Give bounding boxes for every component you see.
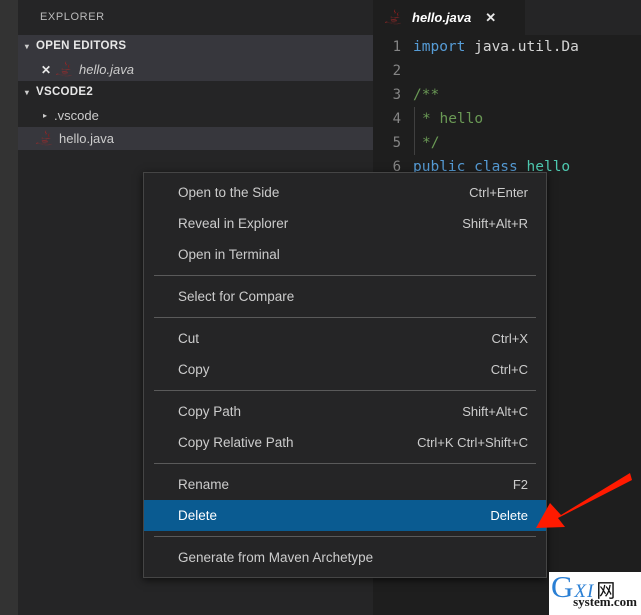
menu-item-copy-path[interactable]: Copy Path Shift+Alt+C bbox=[144, 396, 546, 427]
menu-item-label: Cut bbox=[178, 331, 200, 346]
watermark: G XI 网 system.com bbox=[549, 572, 641, 615]
page-title: EXPLORER bbox=[18, 0, 373, 35]
list-item-label: hello.java bbox=[79, 62, 134, 77]
menu-item-open-to-the-side[interactable]: Open to the Side Ctrl+Enter bbox=[144, 177, 546, 208]
menu-item-reveal-in-explorer[interactable]: Reveal in Explorer Shift+Alt+R bbox=[144, 208, 546, 239]
file-context-menu[interactable]: Open to the Side Ctrl+Enter Reveal in Ex… bbox=[143, 172, 547, 578]
tree-item-label: hello.java bbox=[59, 131, 114, 146]
menu-item-delete[interactable]: Delete Delete bbox=[144, 500, 546, 531]
close-icon[interactable]: ✕ bbox=[485, 10, 496, 26]
menu-item-copy[interactable]: Copy Ctrl+C bbox=[144, 354, 546, 385]
menu-item-shortcut: Ctrl+C bbox=[490, 362, 528, 377]
tab-bar: hello.java ✕ bbox=[373, 0, 641, 35]
menu-item-label: Copy Relative Path bbox=[178, 435, 294, 450]
open-editors-label: OPEN EDITORS bbox=[36, 40, 127, 52]
tab-hello-java[interactable]: hello.java ✕ bbox=[373, 0, 525, 35]
menu-item-label: Select for Compare bbox=[178, 289, 295, 304]
menu-item-shortcut: F2 bbox=[512, 477, 528, 492]
code-line: 3 /** bbox=[373, 83, 641, 107]
tab-label: hello.java bbox=[412, 10, 472, 25]
menu-item-label: Rename bbox=[178, 477, 230, 492]
line-number: 3 bbox=[392, 87, 401, 103]
menu-separator bbox=[154, 536, 536, 537]
workspace-header[interactable]: ▾ VSCODE2 bbox=[18, 81, 373, 104]
chevron-right-icon[interactable]: ▸ bbox=[36, 104, 54, 127]
menu-separator bbox=[154, 463, 536, 464]
tree-item-label: .vscode bbox=[54, 108, 99, 123]
menu-item-open-in-terminal[interactable]: Open in Terminal bbox=[144, 239, 546, 270]
menu-item-label: Open in Terminal bbox=[178, 247, 280, 262]
vscode-window: EXPLORER ▾ OPEN EDITORS ✕ hello.java ▾ V… bbox=[0, 0, 641, 615]
menu-item-label: Open to the Side bbox=[178, 185, 280, 200]
workspace-section: ▾ VSCODE2 ▸ .vscode hello.java bbox=[18, 81, 373, 150]
line-number: 1 bbox=[392, 39, 401, 55]
java-file-icon bbox=[56, 60, 74, 79]
menu-item-shortcut: Delete bbox=[490, 508, 528, 523]
java-file-icon bbox=[385, 8, 403, 27]
open-editors-header[interactable]: ▾ OPEN EDITORS bbox=[18, 35, 373, 58]
menu-separator bbox=[154, 317, 536, 318]
java-file-icon bbox=[36, 129, 54, 148]
list-item[interactable]: ✕ hello.java bbox=[18, 58, 373, 81]
menu-item-shortcut: Ctrl+Enter bbox=[469, 185, 528, 200]
menu-item-label: Generate from Maven Archetype bbox=[178, 550, 374, 565]
menu-item-shortcut: Ctrl+X bbox=[491, 331, 528, 346]
tree-item-vscode-folder[interactable]: ▸ .vscode bbox=[18, 104, 373, 127]
menu-item-label: Copy Path bbox=[178, 404, 242, 419]
menu-item-cut[interactable]: Cut Ctrl+X bbox=[144, 323, 546, 354]
code-line: 4 * hello bbox=[373, 107, 641, 131]
code-line: 5 */ bbox=[373, 131, 641, 155]
line-number: 4 bbox=[392, 111, 401, 127]
code-text: import java.util.Da bbox=[413, 39, 579, 55]
menu-item-select-for-compare[interactable]: Select for Compare bbox=[144, 281, 546, 312]
menu-item-label: Copy bbox=[178, 362, 210, 377]
menu-item-copy-relative-path[interactable]: Copy Relative Path Ctrl+K Ctrl+Shift+C bbox=[144, 427, 546, 458]
menu-item-label: Reveal in Explorer bbox=[178, 216, 289, 231]
code-text: * hello bbox=[414, 107, 483, 131]
close-icon[interactable]: ✕ bbox=[36, 63, 56, 77]
menu-item-shortcut: Ctrl+K Ctrl+Shift+C bbox=[417, 435, 528, 450]
code-text: */ bbox=[414, 131, 439, 155]
tree-item-hello-java[interactable]: hello.java bbox=[18, 127, 373, 150]
chevron-down-icon[interactable]: ▾ bbox=[18, 81, 36, 104]
menu-item-shortcut: Shift+Alt+C bbox=[462, 404, 528, 419]
menu-item-rename[interactable]: Rename F2 bbox=[144, 469, 546, 500]
workspace-label: VSCODE2 bbox=[36, 86, 94, 98]
menu-separator bbox=[154, 275, 536, 276]
menu-item-shortcut: Shift+Alt+R bbox=[462, 216, 528, 231]
code-line: 2 bbox=[373, 59, 641, 83]
menu-item-label: Delete bbox=[178, 508, 218, 523]
watermark-letter-g: G bbox=[551, 572, 574, 604]
line-number: 2 bbox=[392, 63, 401, 79]
open-editors-section: ▾ OPEN EDITORS ✕ hello.java bbox=[18, 35, 373, 81]
code-text: /** bbox=[413, 87, 440, 103]
line-number: 5 bbox=[392, 135, 401, 151]
menu-separator bbox=[154, 390, 536, 391]
code-line: 1 import java.util.Da bbox=[373, 35, 641, 59]
menu-item-generate-from-maven-archetype[interactable]: Generate from Maven Archetype bbox=[144, 542, 546, 573]
activity-bar[interactable] bbox=[0, 0, 18, 615]
chevron-down-icon[interactable]: ▾ bbox=[18, 35, 36, 58]
